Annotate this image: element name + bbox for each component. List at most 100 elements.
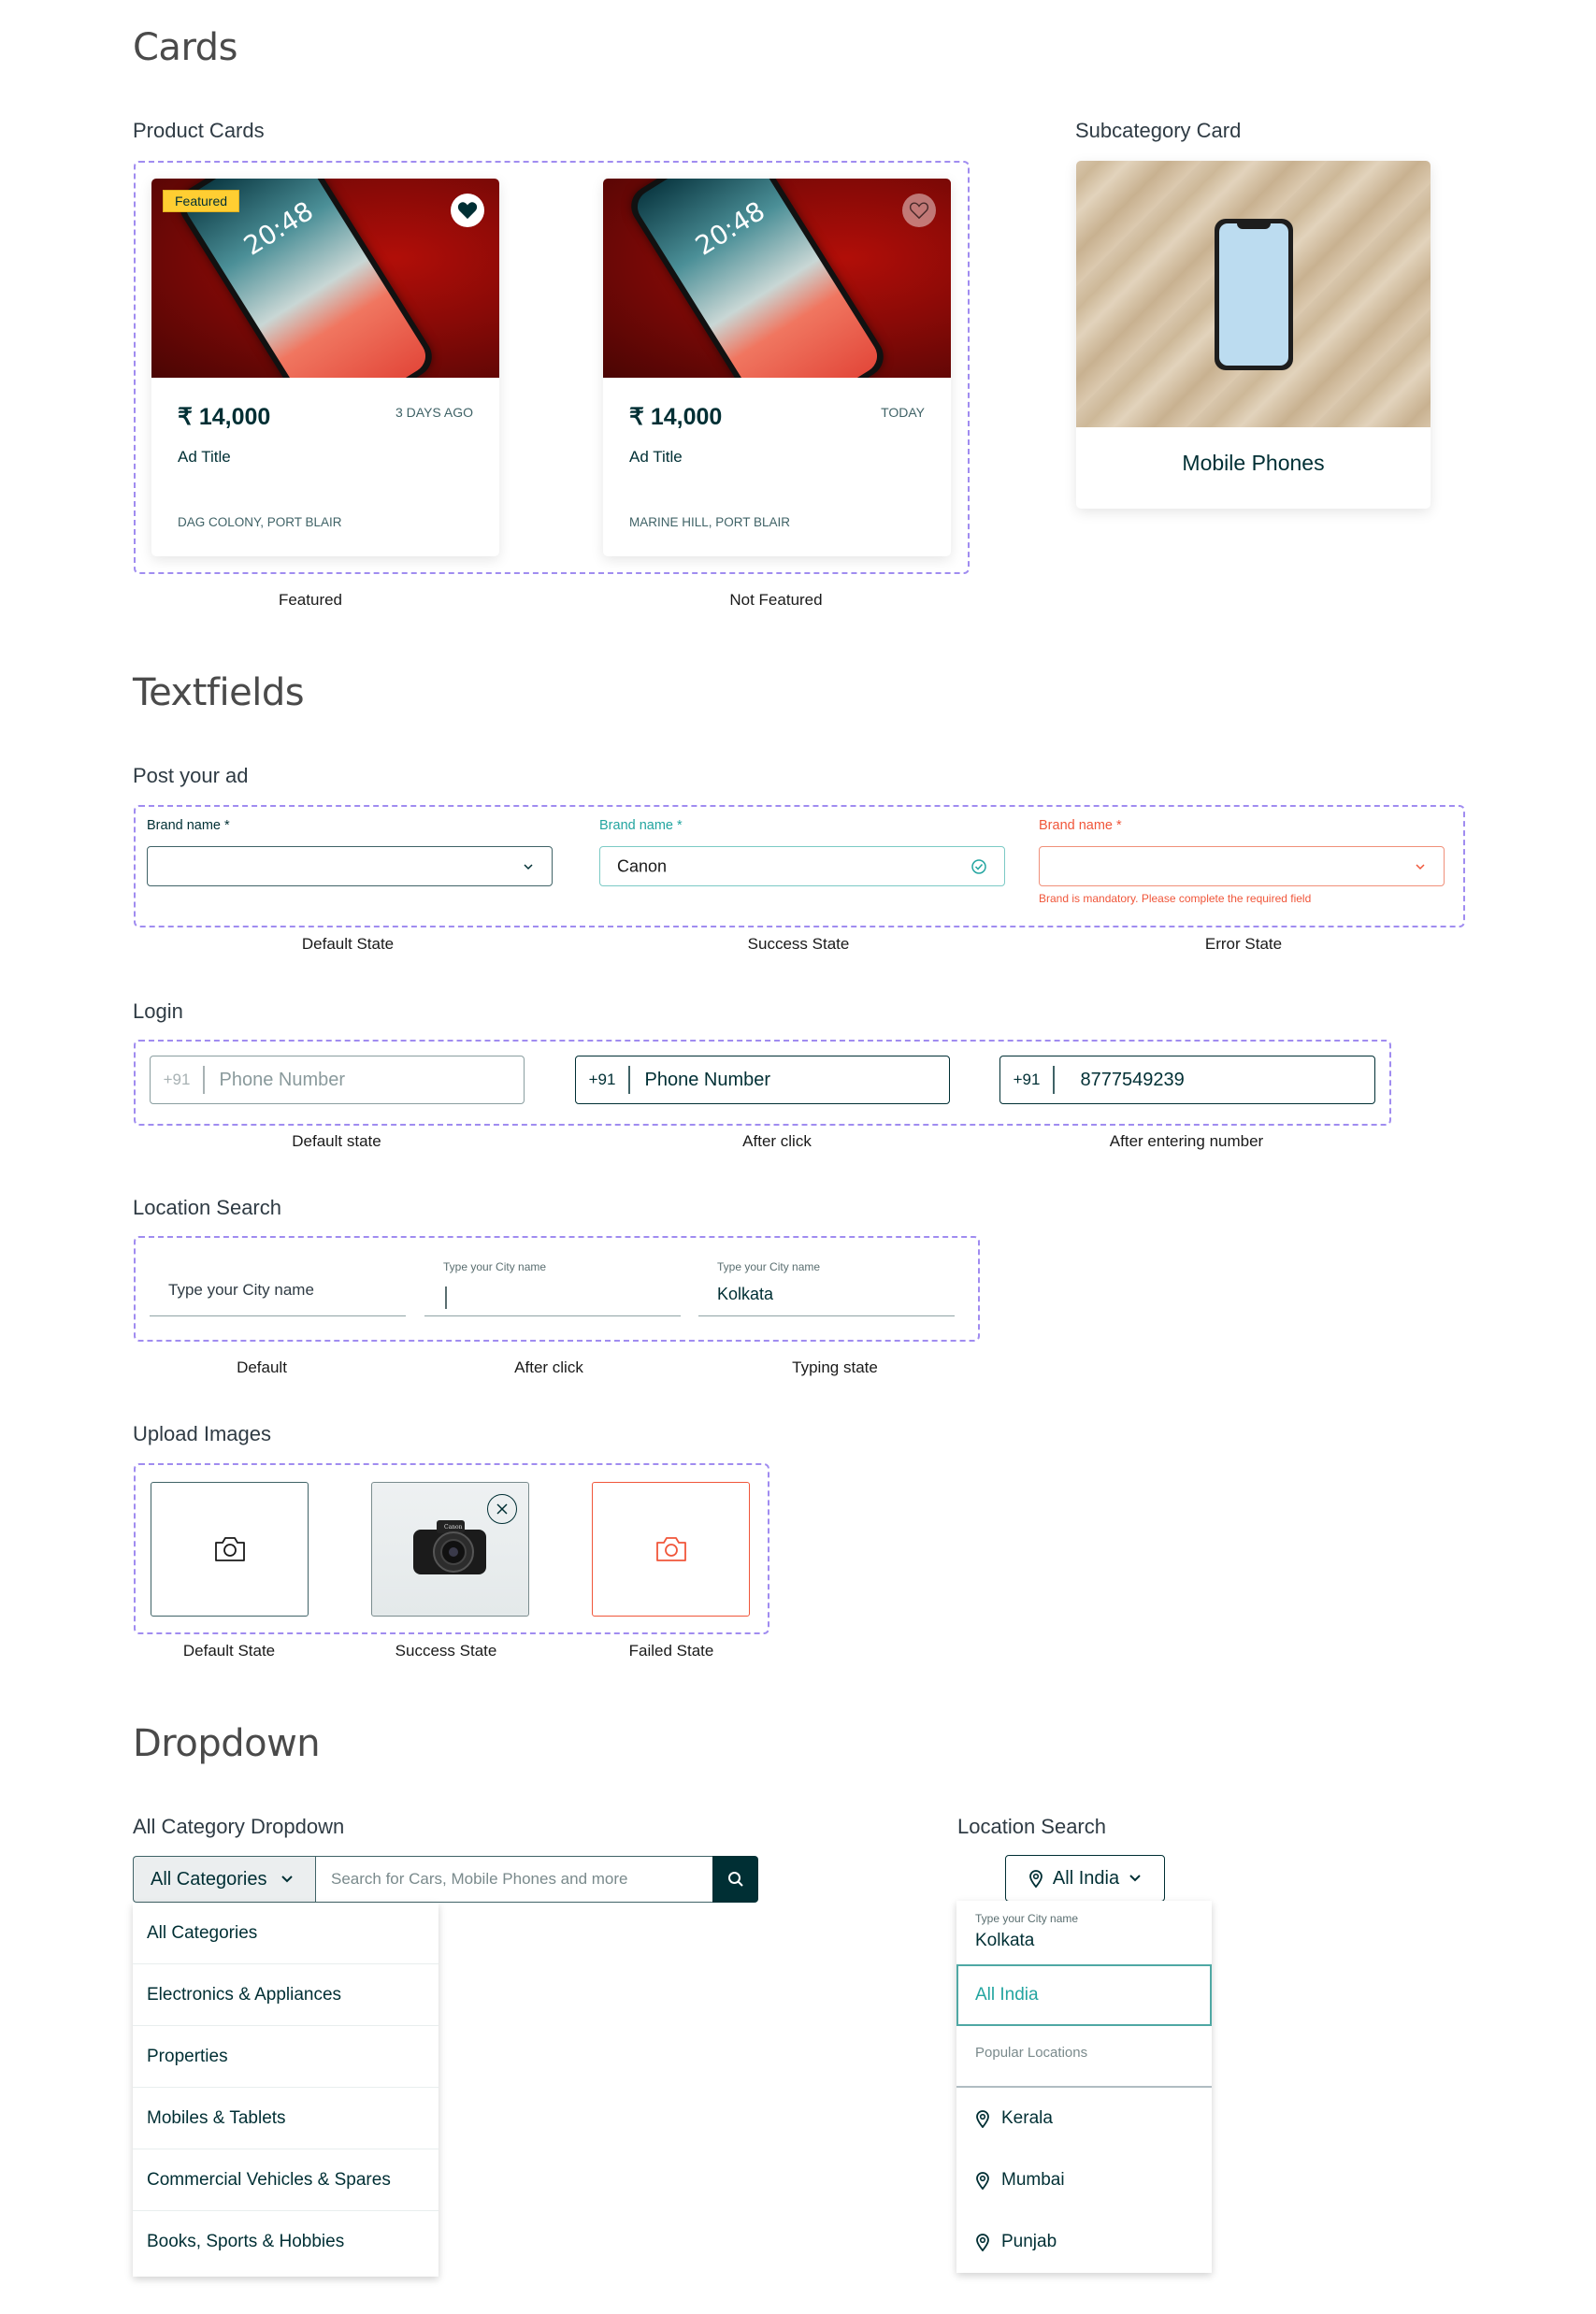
caption-login-default: Default state (292, 1132, 381, 1150)
login-heading: Login (133, 999, 183, 1023)
category-option[interactable]: All Categories (133, 1903, 439, 1964)
location-pin-icon (976, 2234, 989, 2251)
city-label: Type your City name (717, 1260, 821, 1273)
product-cards-heading: Product Cards (133, 119, 265, 142)
city-input-focused[interactable]: Type your City name (424, 1260, 681, 1316)
check-circle-icon (971, 858, 987, 875)
brand-label-success: Brand name * (599, 818, 683, 833)
upload-box-failed[interactable] (592, 1482, 750, 1617)
location-option[interactable]: Kerala (956, 2088, 1212, 2149)
caption-not-featured: Not Featured (729, 591, 823, 609)
close-icon (496, 1503, 508, 1515)
city-search-label: Type your City name (975, 1912, 1079, 1925)
popular-locations-heading: Popular Locations (975, 2045, 1088, 2061)
search-button[interactable] (712, 1856, 758, 1903)
city-search-input[interactable]: Kolkata (975, 1931, 1034, 1951)
category-option[interactable]: Properties (133, 2026, 439, 2088)
location-pin-icon (1029, 1870, 1042, 1888)
location-select[interactable]: All India (1005, 1855, 1165, 1902)
caption-default-state: Default State (301, 935, 395, 953)
featured-badge: Featured (163, 190, 240, 212)
phone-placeholder: Phone Number (644, 1069, 771, 1090)
subcategory-image (1076, 161, 1431, 427)
city-input-typing[interactable]: Type your City name Kolkata (698, 1260, 955, 1316)
location-menu: Type your City name Kolkata All India Po… (956, 1901, 1212, 2273)
text-cursor (445, 1286, 447, 1309)
camera-icon (655, 1537, 686, 1561)
category-option[interactable]: Commercial Vehicles & Spares (133, 2149, 439, 2211)
subcategory-label: Mobile Phones (1182, 451, 1325, 475)
category-option[interactable]: Books, Sports & Hobbies (133, 2211, 439, 2273)
ad-location: MARINE HILL, PORT BLAIR (629, 515, 791, 529)
favorite-button[interactable] (451, 194, 484, 227)
uploaded-camera-photo: Canon (412, 1520, 486, 1574)
brand-label-error: Brand name * (1039, 818, 1122, 833)
product-card-not-featured[interactable]: 20:48 ₹ 14,000 TODAY Ad Title MARINE HIL… (603, 179, 951, 556)
favorite-button[interactable] (902, 194, 936, 227)
ad-title[interactable]: Ad Title (629, 448, 683, 467)
brand-select-default[interactable] (147, 846, 553, 886)
location-option[interactable]: Mumbai (956, 2149, 1212, 2211)
caption-upload-failed: Failed State (628, 1642, 714, 1660)
location-dropdown-heading: Location Search (957, 1815, 1106, 1838)
location-option-all-india[interactable]: All India (956, 1964, 1212, 2026)
remove-image-button[interactable] (487, 1494, 517, 1524)
phone-value: 8777549239 (1080, 1069, 1185, 1090)
phone-input-focused[interactable]: +91 Phone Number (575, 1056, 950, 1104)
caption-featured: Featured (278, 591, 343, 609)
caption-login-entered: After entering number (1109, 1132, 1264, 1150)
category-option[interactable]: Mobiles & Tablets (133, 2088, 439, 2149)
upload-box-default[interactable] (151, 1482, 309, 1617)
city-value: Kolkata (717, 1285, 774, 1303)
product-card-featured[interactable]: 20:48 Featured ₹ 14,000 3 DAYS AGO Ad Ti… (151, 179, 499, 556)
category-option[interactable]: Electronics & Appliances (133, 1964, 439, 2026)
category-select[interactable]: All Categories (133, 1856, 315, 1903)
section-title-cards: Cards (133, 26, 237, 69)
phone-input-default[interactable]: +91 Phone Number (150, 1056, 525, 1104)
location-selected: All India (1052, 1867, 1120, 1889)
caption-success-state: Success State (747, 935, 850, 953)
post-ad-heading: Post your ad (133, 764, 249, 787)
posted-date: 3 DAYS AGO (395, 405, 473, 420)
upload-images-heading: Upload Images (133, 1422, 271, 1445)
subcategory-card-heading: Subcategory Card (1075, 119, 1242, 142)
price: ₹ 14,000 (178, 404, 271, 430)
category-selected: All Categories (151, 1868, 267, 1890)
ad-title[interactable]: Ad Title (178, 448, 231, 467)
search-input[interactable]: Search for Cars, Mobile Phones and more (315, 1856, 713, 1903)
brand-value: Canon (617, 856, 668, 875)
caption-city-default: Default (237, 1358, 287, 1376)
location-option-label: Kerala (1001, 2108, 1053, 2128)
category-menu: All Categories Electronics & Appliances … (133, 1903, 439, 2277)
country-code: +91 (163, 1071, 191, 1088)
svg-text:Canon: Canon (444, 1524, 463, 1531)
phone-photo: 20:48 (623, 179, 892, 378)
caption-city-click: After click (514, 1358, 583, 1376)
section-title-textfields: Textfields (133, 671, 305, 714)
caption-error-state: Error State (1204, 935, 1283, 953)
country-code: +91 (588, 1071, 616, 1088)
city-placeholder: Type your City name (168, 1281, 314, 1299)
brand-select-error[interactable] (1039, 846, 1445, 886)
heart-filled-icon (457, 202, 478, 220)
section-title-dropdown: Dropdown (133, 1722, 321, 1765)
phone-placeholder: Phone Number (219, 1069, 346, 1090)
chevron-down-icon (522, 862, 535, 871)
caption-city-typing: Typing state (792, 1358, 878, 1376)
brand-input-success[interactable]: Canon (599, 846, 1005, 886)
chevron-down-icon (1414, 862, 1427, 871)
price: ₹ 14,000 (629, 404, 723, 430)
location-option[interactable]: Punjab (956, 2211, 1212, 2273)
category-dropdown-heading: All Category Dropdown (133, 1815, 345, 1838)
city-label: Type your City name (443, 1260, 547, 1273)
search-icon (727, 1872, 743, 1887)
heart-outline-icon (909, 202, 929, 220)
brand-error-message: Brand is mandatory. Please complete the … (1039, 892, 1312, 905)
posted-date: TODAY (881, 405, 925, 420)
city-input-default[interactable]: Type your City name (150, 1260, 406, 1316)
subcategory-card[interactable]: Mobile Phones (1076, 161, 1431, 509)
ad-location: DAG COLONY, PORT BLAIR (178, 515, 342, 529)
location-search-heading: Location Search (133, 1196, 281, 1219)
phone-input-filled[interactable]: +91 8777549239 (999, 1056, 1375, 1104)
upload-box-success[interactable]: Canon (371, 1482, 529, 1617)
